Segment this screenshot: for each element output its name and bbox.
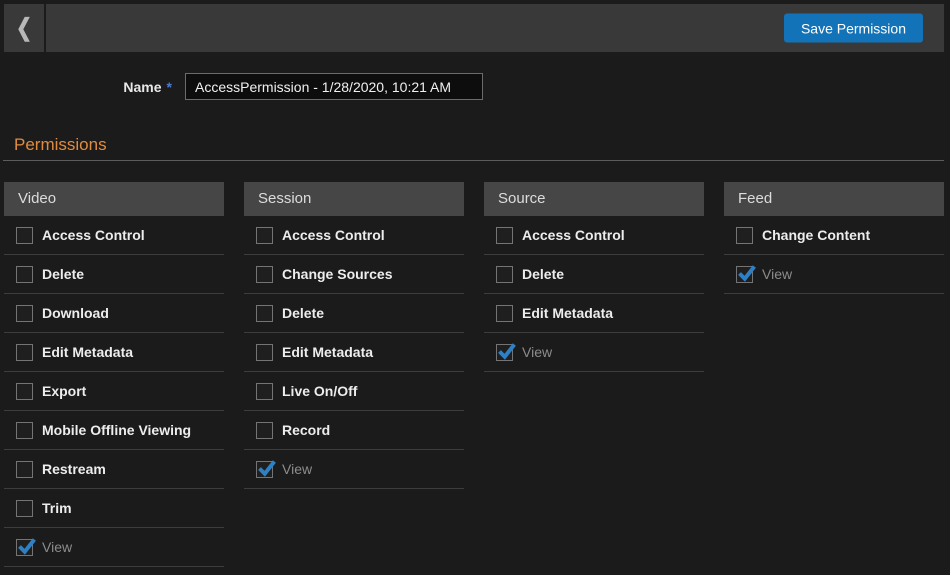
checkbox-unchecked-icon[interactable] <box>736 227 753 244</box>
permission-item-session-delete[interactable]: Delete <box>244 294 464 333</box>
permission-item-source-edit-metadata[interactable]: Edit Metadata <box>484 294 704 333</box>
permission-item-label: Export <box>42 383 86 399</box>
permission-item-session-live-on-off[interactable]: Live On/Off <box>244 372 464 411</box>
permission-item-label: Access Control <box>282 227 385 243</box>
permission-item-label: Change Content <box>762 227 870 243</box>
section-divider <box>3 160 944 161</box>
permission-item-source-view: View <box>484 333 704 372</box>
checkbox-unchecked-icon[interactable] <box>256 422 273 439</box>
permission-item-video-trim[interactable]: Trim <box>4 489 224 528</box>
permission-item-label: View <box>762 266 792 282</box>
permission-item-label: Access Control <box>522 227 625 243</box>
permission-column-source: Source Access Control Delete Edit Metadata V… <box>484 182 704 567</box>
permission-column-feed: Feed Change Content View <box>724 182 944 567</box>
permission-item-session-change-sources[interactable]: Change Sources <box>244 255 464 294</box>
checkbox-unchecked-icon[interactable] <box>16 383 33 400</box>
column-header-video: Video <box>4 182 224 216</box>
permission-item-feed-view: View <box>724 255 944 294</box>
permission-item-video-view: View <box>4 528 224 567</box>
checkbox-unchecked-icon[interactable] <box>16 461 33 478</box>
checkbox-unchecked-icon[interactable] <box>256 383 273 400</box>
checkbox-checked-icon <box>736 266 753 283</box>
checkbox-checked-icon <box>16 539 33 556</box>
permission-item-label: Download <box>42 305 109 321</box>
permission-item-label: Delete <box>522 266 564 282</box>
permission-item-label: Trim <box>42 500 72 516</box>
checkbox-unchecked-icon[interactable] <box>16 422 33 439</box>
checkbox-unchecked-icon[interactable] <box>496 305 513 322</box>
permission-item-label: Edit Metadata <box>42 344 133 360</box>
permission-item-session-access-control[interactable]: Access Control <box>244 216 464 255</box>
permission-item-label: View <box>42 539 72 555</box>
permission-item-label: Edit Metadata <box>522 305 613 321</box>
permission-column-video: Video Access Control Delete Download Edit Me… <box>4 182 224 567</box>
column-header-source: Source <box>484 182 704 216</box>
permission-item-label: Live On/Off <box>282 383 357 399</box>
checkbox-unchecked-icon[interactable] <box>16 344 33 361</box>
permission-item-video-delete[interactable]: Delete <box>4 255 224 294</box>
permission-item-label: Edit Metadata <box>282 344 373 360</box>
checkbox-unchecked-icon[interactable] <box>496 266 513 283</box>
permission-item-video-export[interactable]: Export <box>4 372 224 411</box>
permission-item-label: View <box>282 461 312 477</box>
checkbox-unchecked-icon[interactable] <box>16 266 33 283</box>
permission-item-label: Delete <box>42 266 84 282</box>
checkbox-checked-icon <box>256 461 273 478</box>
column-header-feed: Feed <box>724 182 944 216</box>
permission-item-label: Change Sources <box>282 266 392 282</box>
checkbox-unchecked-icon[interactable] <box>256 305 273 322</box>
permissions-section-title: Permissions <box>14 135 107 155</box>
permission-item-label: Record <box>282 422 330 438</box>
back-button[interactable]: ❮ <box>4 4 46 52</box>
checkbox-unchecked-icon[interactable] <box>16 305 33 322</box>
permission-item-video-edit-metadata[interactable]: Edit Metadata <box>4 333 224 372</box>
top-toolbar: ❮ Save Permission <box>4 4 944 52</box>
permission-item-source-delete[interactable]: Delete <box>484 255 704 294</box>
required-asterisk: * <box>167 79 172 95</box>
permissions-grid: Video Access Control Delete Download Edit Me… <box>4 182 944 567</box>
permission-item-label: View <box>522 344 552 360</box>
save-permission-button[interactable]: Save Permission <box>784 14 923 43</box>
permission-item-label: Mobile Offline Viewing <box>42 422 191 438</box>
permission-item-session-view: View <box>244 450 464 489</box>
permission-column-session: Session Access Control Change Sources Delet… <box>244 182 464 567</box>
name-label: Name <box>123 79 161 95</box>
permission-item-session-record[interactable]: Record <box>244 411 464 450</box>
checkbox-unchecked-icon[interactable] <box>256 227 273 244</box>
checkbox-unchecked-icon[interactable] <box>16 227 33 244</box>
permission-item-label: Delete <box>282 305 324 321</box>
permission-item-video-access-control[interactable]: Access Control <box>4 216 224 255</box>
permission-item-label: Access Control <box>42 227 145 243</box>
name-form-row: Name * <box>0 73 483 100</box>
column-header-session: Session <box>244 182 464 216</box>
name-input[interactable] <box>185 73 483 100</box>
permission-item-video-restream[interactable]: Restream <box>4 450 224 489</box>
permission-item-source-access-control[interactable]: Access Control <box>484 216 704 255</box>
checkbox-checked-icon <box>496 344 513 361</box>
permission-item-feed-change-content[interactable]: Change Content <box>724 216 944 255</box>
permission-item-video-mobile-offline-viewing[interactable]: Mobile Offline Viewing <box>4 411 224 450</box>
checkbox-unchecked-icon[interactable] <box>256 344 273 361</box>
name-label-wrap: Name * <box>0 79 172 95</box>
permission-item-label: Restream <box>42 461 106 477</box>
permission-item-video-download[interactable]: Download <box>4 294 224 333</box>
checkbox-unchecked-icon[interactable] <box>496 227 513 244</box>
checkbox-unchecked-icon[interactable] <box>16 500 33 517</box>
checkbox-unchecked-icon[interactable] <box>256 266 273 283</box>
back-chevron-icon: ❮ <box>16 16 32 40</box>
permission-item-session-edit-metadata[interactable]: Edit Metadata <box>244 333 464 372</box>
